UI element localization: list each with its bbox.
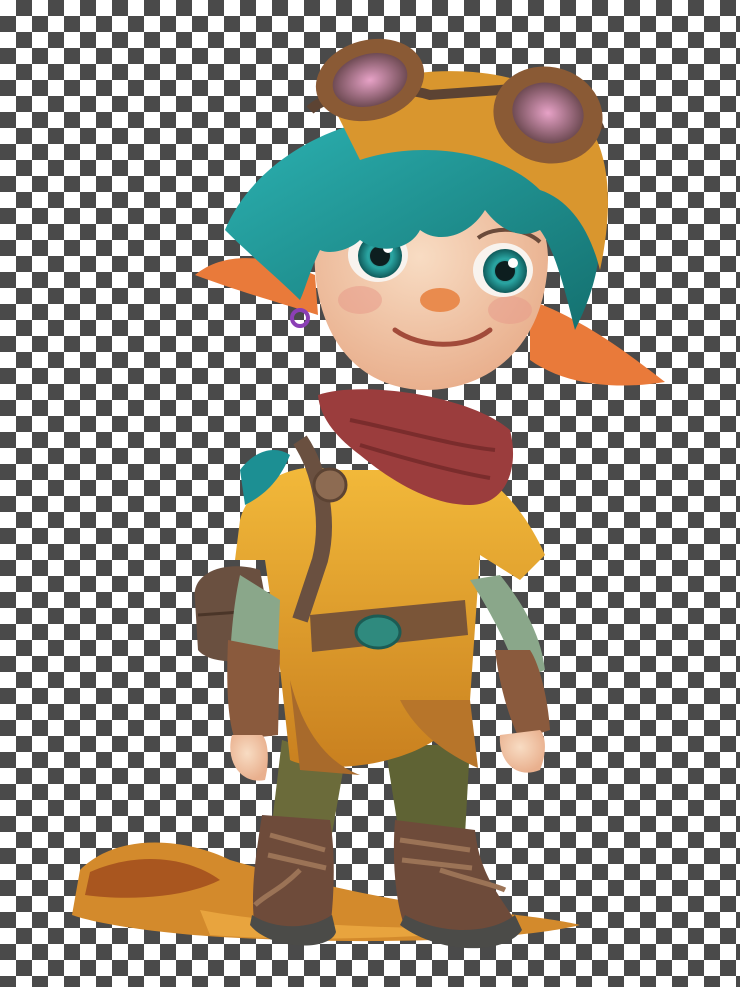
right-ear (530, 300, 665, 386)
goblin-character-illustration (72, 38, 665, 949)
belt-buckle (354, 614, 402, 650)
right-cheek-blush (488, 296, 532, 324)
left-arm (227, 575, 280, 781)
right-eye (473, 243, 533, 297)
nose (420, 288, 460, 312)
transparency-checkerboard (0, 0, 740, 987)
strap-button (312, 467, 348, 503)
earring (290, 308, 310, 328)
left-cheek-blush (338, 286, 382, 314)
right-arm (470, 575, 550, 773)
